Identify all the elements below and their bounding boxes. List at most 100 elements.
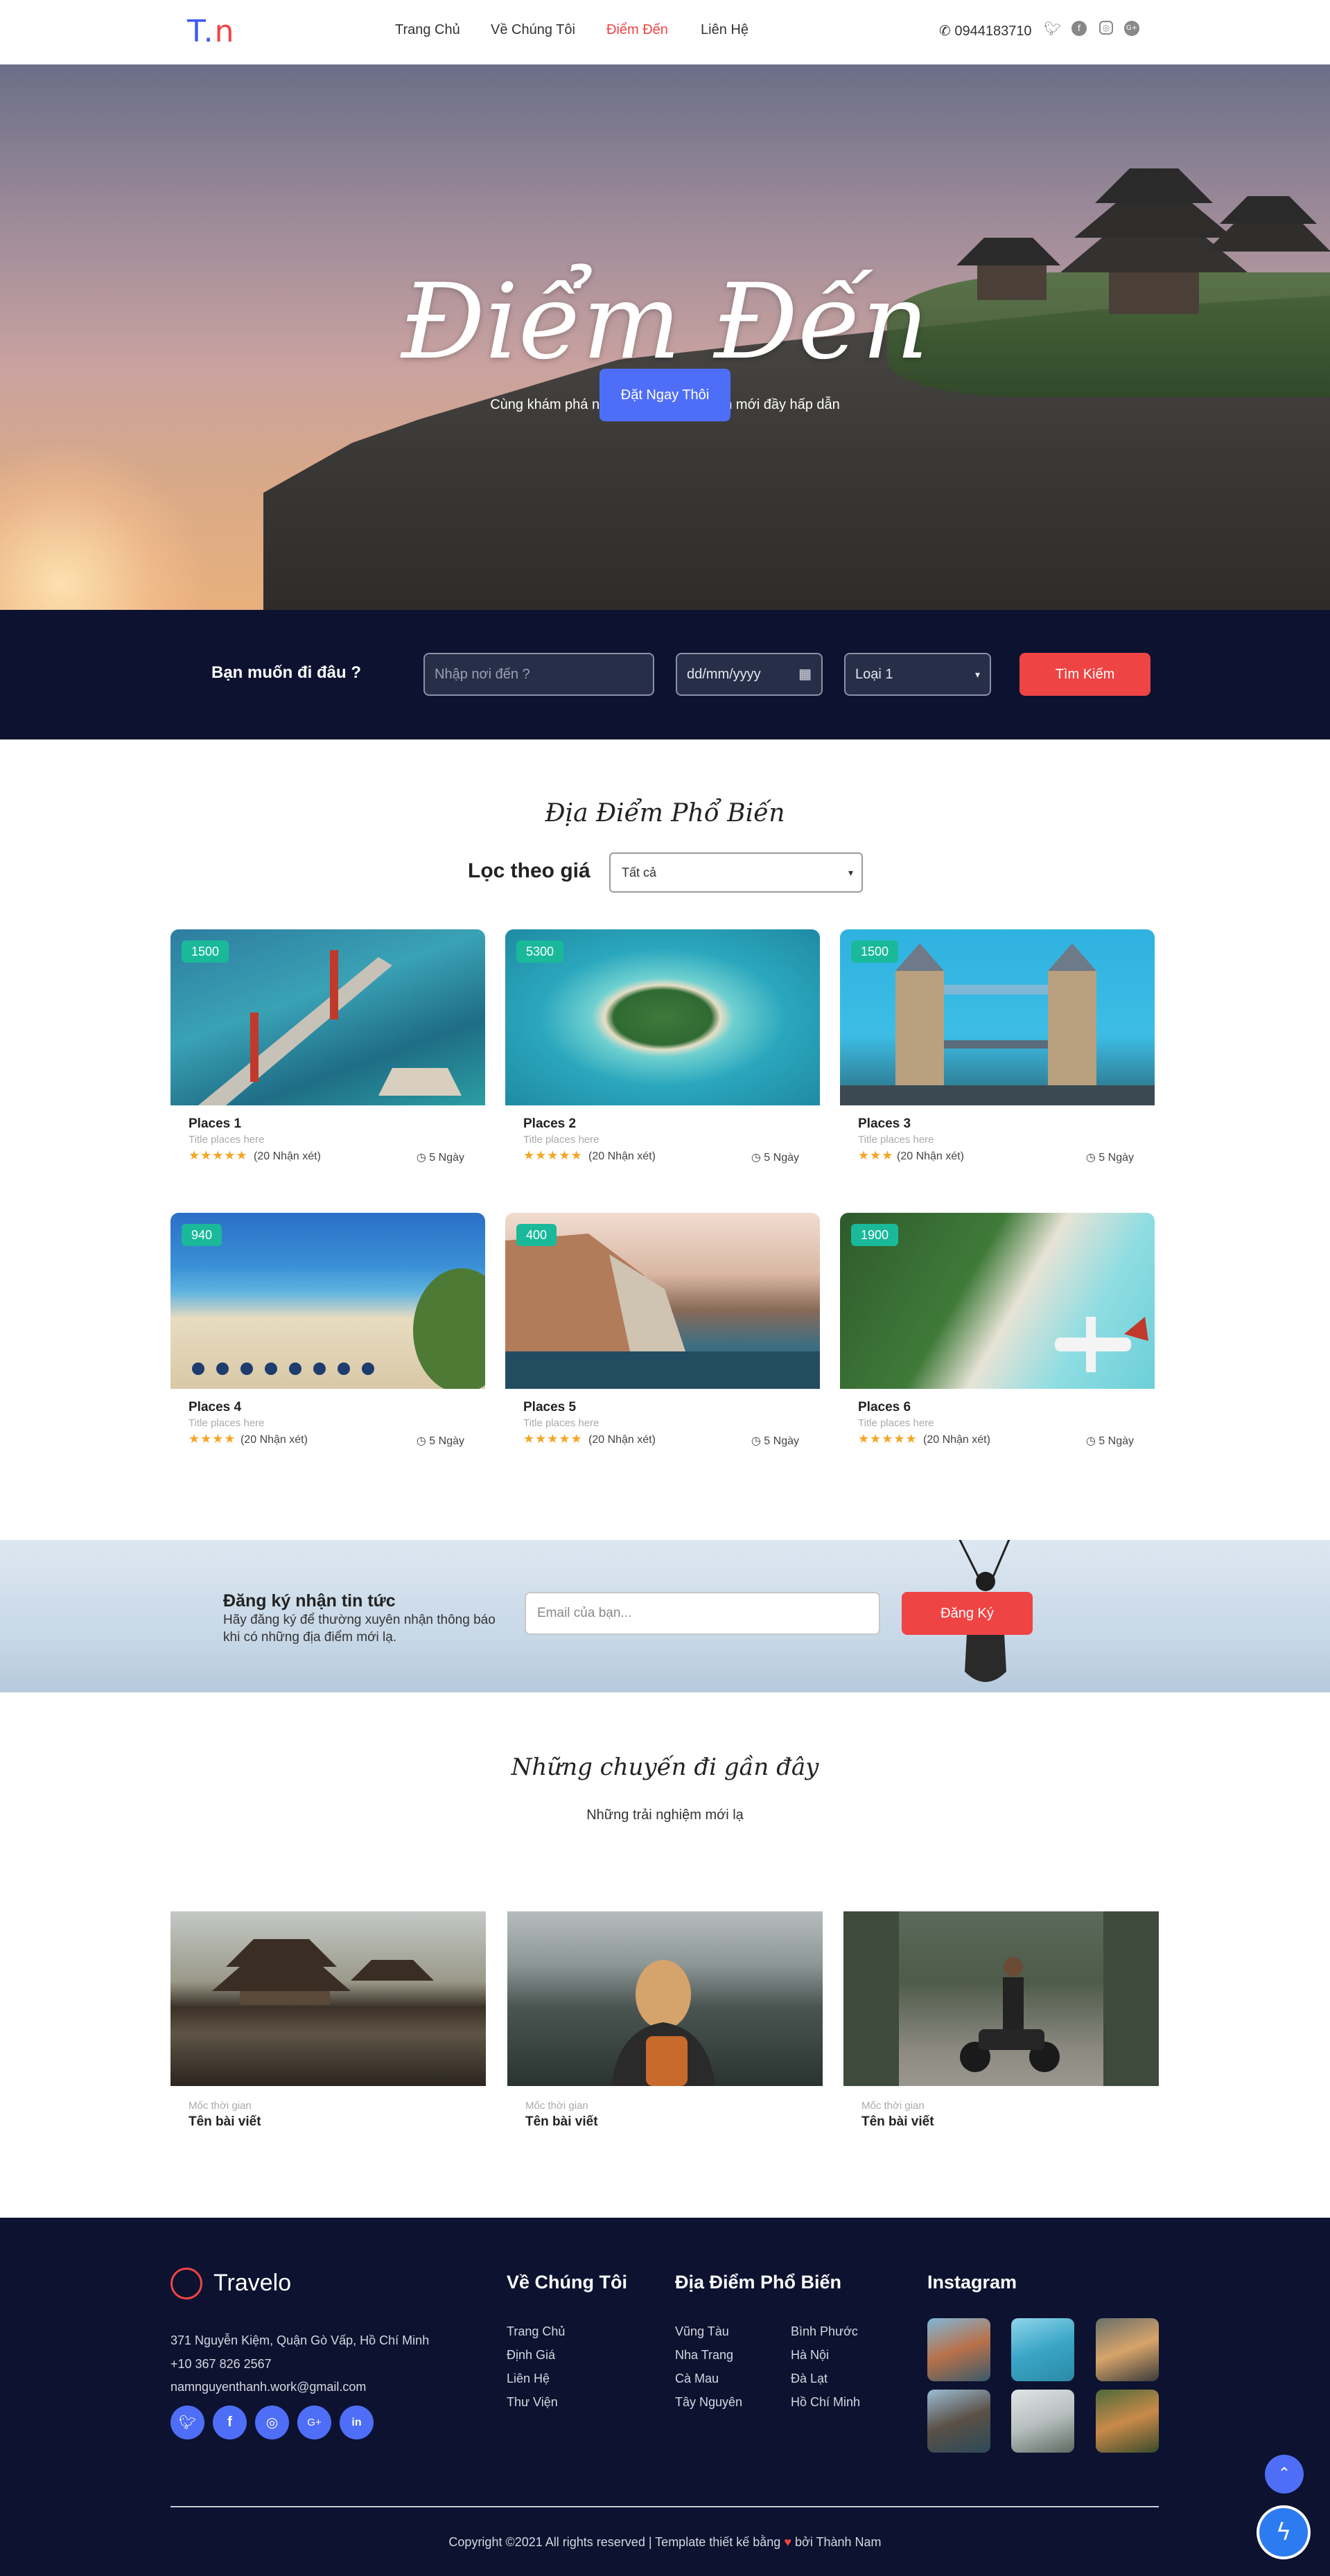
calendar-icon[interactable]: ▦ — [798, 654, 812, 694]
footer-place-link[interactable]: Hồ Chí Minh — [791, 2395, 860, 2410]
lake-temple-illustration — [212, 1939, 434, 2005]
footer-place-link[interactable]: Hà Nội — [791, 2348, 829, 2363]
type-select[interactable]: Loại 1 ▾ — [844, 653, 991, 696]
trip-title[interactable]: Tên bài viết — [189, 2114, 261, 2130]
place-card[interactable]: 1500 Places 1 Title places here ★★★★★ (2… — [170, 929, 485, 1186]
google-plus-icon[interactable]: G+ — [297, 2406, 331, 2439]
twitter-icon[interactable]: 🐦︎ — [170, 2406, 204, 2439]
place-name[interactable]: Places 1 — [189, 1116, 241, 1132]
place-name[interactable]: Places 5 — [523, 1400, 576, 1415]
star-rating-icon: ★★★★★ — [189, 1148, 248, 1163]
price-filter-select[interactable]: Tất cả ▾ — [609, 852, 863, 893]
duration: ◷ 5 Ngày — [416, 1435, 464, 1447]
scroll-to-top-button[interactable]: ⌃ — [1265, 2455, 1304, 2494]
review-count: (20 Nhận xét) — [254, 1150, 321, 1162]
duration: ◷ 5 Ngày — [1085, 1435, 1134, 1447]
filter-label: Lọc theo giá — [468, 859, 590, 882]
footer-link-contact[interactable]: Liên Hệ — [507, 2372, 550, 2386]
instagram-icon[interactable]: ◎ — [255, 2406, 289, 2439]
review-count: (20 Nhận xét) — [588, 1150, 656, 1162]
site-logo[interactable]: T.n — [187, 14, 236, 49]
footer-link-gallery[interactable]: Thư Viện — [507, 2395, 558, 2410]
instagram-thumbnail[interactable] — [1096, 2390, 1159, 2453]
star-rating-icon: ★★★ — [858, 1148, 894, 1163]
instagram-thumbnail[interactable] — [1011, 2318, 1074, 2381]
trip-image — [843, 1911, 1159, 2086]
email-field[interactable]: Email của bạn... — [525, 1592, 880, 1635]
place-name[interactable]: Places 4 — [189, 1400, 241, 1415]
phone-number[interactable]: ✆ 0944183710 — [939, 22, 1032, 40]
linkedin-icon[interactable]: in — [340, 2406, 374, 2439]
place-name[interactable]: Places 3 — [858, 1116, 911, 1132]
footer-link-home[interactable]: Trang Chủ — [507, 2324, 565, 2339]
nav-link-about[interactable]: Về Chúng Tôi — [491, 22, 575, 38]
search-button[interactable]: Tìm Kiếm — [1020, 653, 1150, 696]
price-badge: 1900 — [851, 1224, 899, 1246]
instagram-thumbnail[interactable] — [1096, 2318, 1159, 2381]
place-subtitle: Title places here — [189, 1134, 265, 1146]
destination-input[interactable]: Nhập nơi đến ? — [423, 653, 654, 696]
newsletter-description: Hãy đăng ký để thường xuyên nhận thông b… — [223, 1613, 496, 1645]
trip-title[interactable]: Tên bài viết — [525, 2114, 598, 2130]
date-input[interactable]: dd/mm/yyyy ▦ — [676, 653, 823, 696]
hero-banner: Điểm Đến Cùng khám phá những địa điểm du… — [0, 64, 1330, 610]
chevron-down-icon: ▾ — [848, 867, 853, 878]
trip-card[interactable]: Mốc thời gian Tên bài viết — [170, 1911, 486, 2147]
nav-link-home[interactable]: Trang Chủ — [395, 22, 460, 38]
duration: ◷ 5 Ngày — [416, 1152, 464, 1164]
instagram-thumbnail[interactable] — [1011, 2390, 1074, 2453]
place-card[interactable]: 1900 Places 6 Title places here ★★★★★ (2… — [840, 1213, 1155, 1469]
clock-icon: ◷ — [751, 1435, 761, 1447]
footer-place-link[interactable]: Tây Nguyên — [675, 2395, 742, 2410]
footer-instagram-heading: Instagram — [927, 2272, 1017, 2293]
place-subtitle: Title places here — [189, 1417, 265, 1429]
clock-icon: ◷ — [416, 1435, 426, 1447]
nav-link-contact[interactable]: Liên Hệ — [701, 22, 749, 38]
place-card[interactable]: 940 Places 4 Title places here ★★★★ (20 … — [170, 1213, 485, 1469]
facebook-icon[interactable]: f — [213, 2406, 247, 2439]
trip-title[interactable]: Tên bài viết — [861, 2114, 934, 2130]
place-subtitle: Title places here — [858, 1134, 934, 1146]
place-card[interactable]: 400 Places 5 Title places here ★★★★★ (20… — [505, 1213, 820, 1469]
facebook-icon[interactable]: f — [1071, 21, 1087, 36]
footer-email[interactable]: namnguyenthanh.work@gmail.com — [170, 2380, 366, 2394]
place-name[interactable]: Places 6 — [858, 1400, 911, 1415]
trip-timestamp: Mốc thời gian — [525, 2100, 588, 2112]
footer-place-link[interactable]: Cà Mau — [675, 2372, 719, 2386]
search-label: Bạn muốn đi đâu ? — [211, 663, 361, 682]
instagram-thumbnail[interactable] — [927, 2390, 990, 2453]
place-subtitle: Title places here — [858, 1417, 934, 1429]
footer-place-link[interactable]: Vũng Tàu — [675, 2324, 729, 2339]
price-badge: 1500 — [182, 940, 229, 963]
star-rating-icon: ★★★★★ — [523, 1432, 583, 1446]
footer-link-pricing[interactable]: Định Giá — [507, 2348, 555, 2363]
google-plus-icon[interactable]: G+ — [1124, 21, 1139, 36]
hero-title: Điểm Đến — [401, 262, 929, 383]
nav-link-destinations[interactable]: Điểm Đến — [606, 22, 668, 38]
twitter-icon[interactable]: 🐦︎ — [1044, 21, 1061, 36]
instagram-icon[interactable]: ◎ — [1099, 21, 1113, 35]
trip-card[interactable]: Mốc thời gian Tên bài viết — [843, 1911, 1159, 2147]
footer-place-link[interactable]: Bình Phước — [791, 2324, 858, 2339]
chevron-down-icon: ▾ — [974, 669, 980, 680]
footer-address: 371 Nguyễn Kiệm, Quận Gò Vấp, Hồ Chí Min… — [170, 2333, 430, 2347]
messenger-chat-button[interactable]: ϟ — [1257, 2505, 1311, 2559]
trip-image — [507, 1911, 823, 2086]
instagram-thumbnail[interactable] — [927, 2318, 990, 2381]
subscribe-button[interactable]: Đăng Ký — [902, 1592, 1033, 1635]
book-now-button[interactable]: Đặt Ngay Thôi — [600, 369, 730, 421]
place-name[interactable]: Places 2 — [523, 1116, 576, 1132]
copyright-text: Copyright ©2021 All rights reserved | Te… — [448, 2535, 882, 2549]
newsletter-title: Đăng ký nhận tin tức — [223, 1591, 396, 1611]
footer-place-link[interactable]: Đà Lạt — [791, 2372, 828, 2386]
trip-timestamp: Mốc thời gian — [189, 2100, 252, 2112]
footer-brand[interactable]: Travelo — [213, 2270, 291, 2297]
trip-card[interactable]: Mốc thời gian Tên bài viết — [507, 1911, 823, 2147]
compass-icon — [170, 2268, 202, 2299]
footer-place-link[interactable]: Nha Trang — [675, 2348, 733, 2363]
trip-timestamp: Mốc thời gian — [861, 2100, 925, 2112]
popular-section-title: Địa Điểm Phổ Biến — [545, 799, 785, 827]
phone-icon: ✆ — [939, 24, 951, 39]
place-card[interactable]: 1500 Places 3 Title places here ★★★ (20 … — [840, 929, 1155, 1186]
place-card[interactable]: 5300 Places 2 Title places here ★★★★★ (2… — [505, 929, 820, 1186]
